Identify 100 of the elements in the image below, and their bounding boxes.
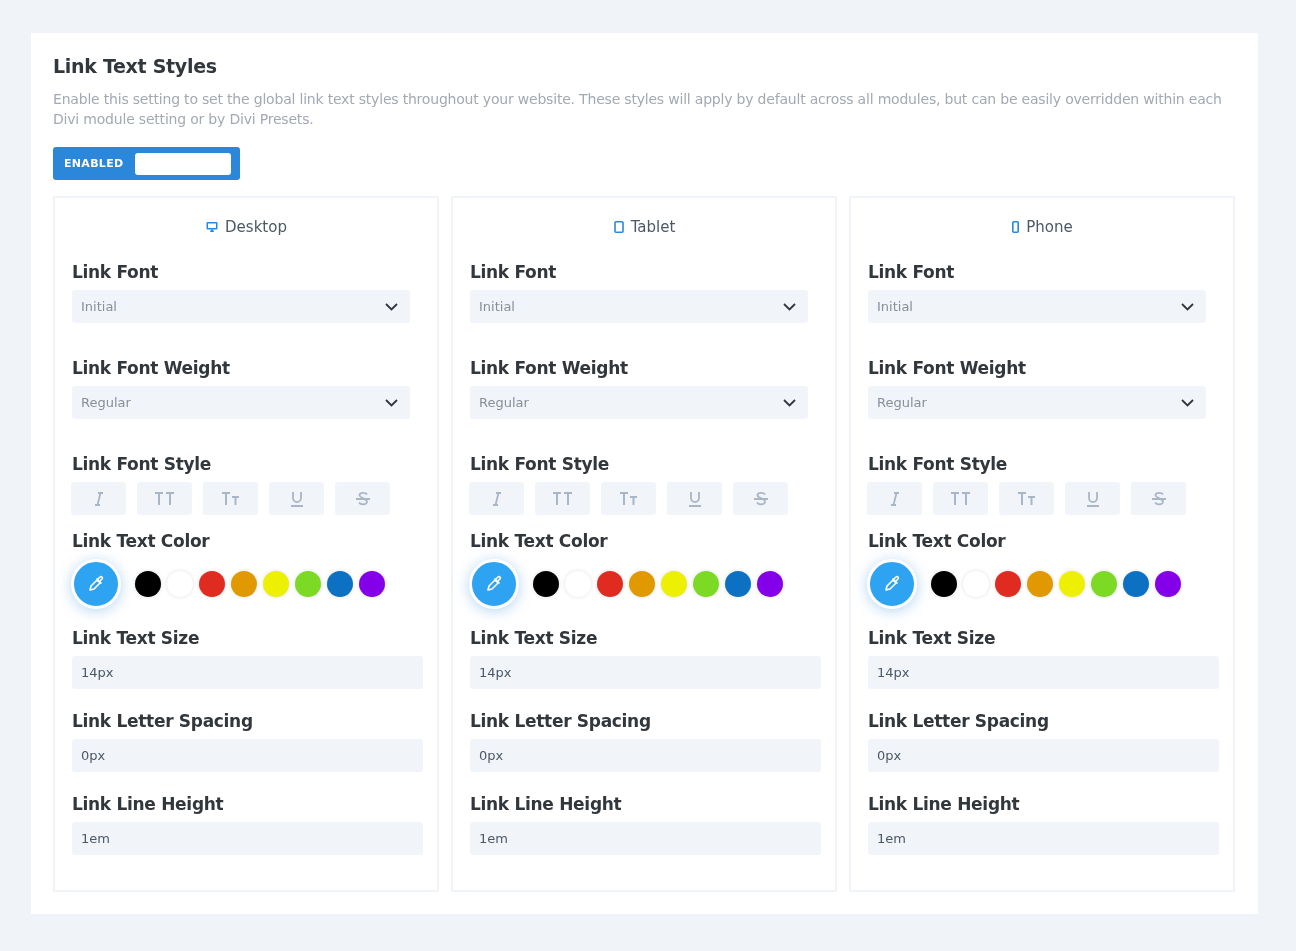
field-label: Link Text Color <box>470 530 609 553</box>
color-swatch[interactable] <box>231 571 257 597</box>
uppercase-icon <box>552 492 573 505</box>
chevron-down-icon <box>783 302 796 311</box>
uppercase-style-button[interactable] <box>933 482 988 515</box>
device-label[interactable]: Tablet <box>630 218 676 236</box>
desktop-icon <box>206 221 219 233</box>
field-label: Link Font Weight <box>470 357 629 380</box>
chevron-down-icon <box>385 302 398 311</box>
field-label: Link Font <box>868 261 956 284</box>
phone-icon <box>1012 221 1020 233</box>
strikethrough-style-button[interactable] <box>335 482 390 515</box>
field-label: Link Text Color <box>72 530 211 553</box>
eyedropper-icon <box>485 575 503 593</box>
underline-style-button[interactable] <box>1065 482 1120 515</box>
line-height-field[interactable]: 1em <box>470 822 821 855</box>
italic-style-button[interactable] <box>469 482 524 515</box>
color-picker-button[interactable] <box>71 559 121 609</box>
italic-style-button[interactable] <box>867 482 922 515</box>
text-size-field[interactable]: 14px <box>72 656 423 689</box>
line-height-field[interactable]: 1em <box>72 822 423 855</box>
color-swatch[interactable] <box>1027 571 1053 597</box>
uppercase-style-button[interactable] <box>535 482 590 515</box>
tablet-icon <box>613 221 624 233</box>
eyedropper-icon <box>87 575 105 593</box>
italic-style-button[interactable] <box>71 482 126 515</box>
capitalize-style-button[interactable] <box>601 482 656 515</box>
color-picker-button[interactable] <box>469 559 519 609</box>
italic-icon <box>92 491 105 506</box>
color-swatch[interactable] <box>1123 571 1149 597</box>
field-label: Link Font <box>470 261 558 284</box>
enabled-toggle[interactable]: ENABLED <box>53 147 240 180</box>
field-label: Link Line Height <box>868 793 1021 816</box>
letter-spacing-field[interactable]: 0px <box>470 739 821 772</box>
chevron-down-icon <box>1181 302 1194 311</box>
device-label[interactable]: Desktop <box>225 218 287 236</box>
uppercase-icon <box>950 492 971 505</box>
color-swatch[interactable] <box>359 571 385 597</box>
color-picker-button[interactable] <box>867 559 917 609</box>
color-swatch[interactable] <box>135 571 161 597</box>
capitalize-icon <box>1017 492 1036 505</box>
chevron-down-icon <box>1181 398 1194 407</box>
strikethrough-icon <box>354 490 371 507</box>
field-label: Link Font Style <box>868 453 1009 476</box>
underline-style-button[interactable] <box>269 482 324 515</box>
uppercase-style-button[interactable] <box>137 482 192 515</box>
color-swatch[interactable] <box>533 571 559 597</box>
field-label: Link Line Height <box>72 793 225 816</box>
capitalize-style-button[interactable] <box>203 482 258 515</box>
field-label: Link Letter Spacing <box>868 710 1050 733</box>
color-swatch[interactable] <box>995 571 1021 597</box>
capitalize-icon <box>221 492 240 505</box>
underline-icon <box>687 490 702 507</box>
color-swatch[interactable] <box>1091 571 1117 597</box>
field-label: Link Font Weight <box>868 357 1027 380</box>
strikethrough-icon <box>752 490 769 507</box>
underline-icon <box>1085 490 1100 507</box>
color-swatch[interactable] <box>931 571 957 597</box>
letter-spacing-field[interactable]: 0px <box>868 739 1219 772</box>
section-description: Enable this setting to set the global link text styles throughout your website. These styles will apply by default across all modules, but can be easily overridden within each Divi module setting or by Divi Presets. <box>53 90 1223 129</box>
underline-style-button[interactable] <box>667 482 722 515</box>
text-size-field[interactable]: 14px <box>470 656 821 689</box>
uppercase-icon <box>154 492 175 505</box>
capitalize-style-button[interactable] <box>999 482 1054 515</box>
color-swatch[interactable] <box>661 571 687 597</box>
field-label: Link Letter Spacing <box>72 710 254 733</box>
device-label[interactable]: Phone <box>1026 218 1073 236</box>
color-swatch[interactable] <box>693 571 719 597</box>
chevron-down-icon <box>783 398 796 407</box>
field-label: Link Line Height <box>470 793 623 816</box>
line-height-field[interactable]: 1em <box>868 822 1219 855</box>
color-swatch[interactable] <box>199 571 225 597</box>
color-swatch[interactable] <box>1155 571 1181 597</box>
strikethrough-style-button[interactable] <box>1131 482 1186 515</box>
color-swatch[interactable] <box>263 571 289 597</box>
field-label: Link Letter Spacing <box>470 710 652 733</box>
field-label: Link Text Size <box>470 627 599 650</box>
strikethrough-style-button[interactable] <box>733 482 788 515</box>
field-label: Link Text Size <box>72 627 201 650</box>
strikethrough-icon <box>1150 490 1167 507</box>
color-swatch[interactable] <box>1059 571 1085 597</box>
text-size-field[interactable]: 14px <box>868 656 1219 689</box>
section-title: Link Text Styles <box>53 55 218 77</box>
letter-spacing-field[interactable]: 0px <box>72 739 423 772</box>
capitalize-icon <box>619 492 638 505</box>
underline-icon <box>289 490 304 507</box>
color-swatch[interactable] <box>295 571 321 597</box>
color-swatch[interactable] <box>725 571 751 597</box>
color-swatch[interactable] <box>629 571 655 597</box>
field-label: Link Font Style <box>470 453 611 476</box>
field-label: Link Text Color <box>868 530 1007 553</box>
color-swatch[interactable] <box>757 571 783 597</box>
field-label: Link Font Style <box>72 453 213 476</box>
field-label: Link Font Weight <box>72 357 231 380</box>
italic-icon <box>490 491 503 506</box>
eyedropper-icon <box>883 575 901 593</box>
color-swatch[interactable] <box>597 571 623 597</box>
field-label: Link Text Size <box>868 627 997 650</box>
field-label: Link Font <box>72 261 160 284</box>
color-swatch[interactable] <box>327 571 353 597</box>
